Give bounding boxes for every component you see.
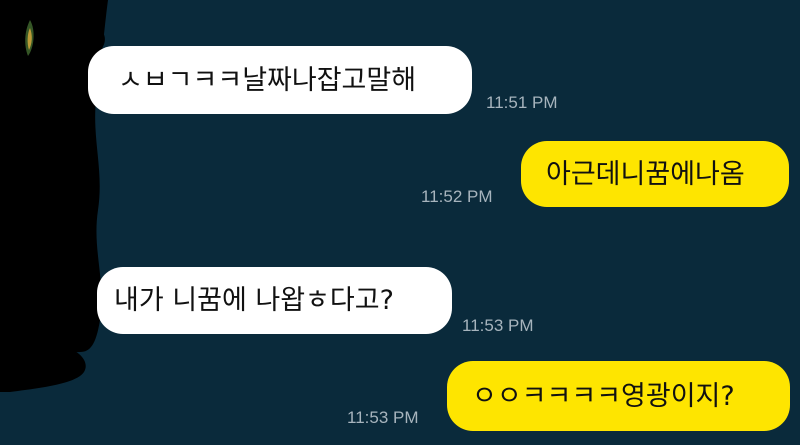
message-timestamp: 11:51 PM [486, 93, 558, 112]
message-text: 아근데니꿈에나옴 [546, 158, 745, 190]
message-bubble-outgoing[interactable]: 아근데니꿈에나옴 [521, 141, 789, 207]
message-text: 내가 니꿈에 나왑ㅎ다고? [114, 285, 394, 316]
message-timestamp: 11:53 PM [347, 408, 419, 427]
message-bubble-incoming[interactable]: ㅅㅂㄱㅋㅋ날짜나잡고말해 [88, 46, 472, 114]
message-text: ㅇㅇㅋㅋㅋㅋ영광이지? [472, 380, 735, 412]
message-bubble-incoming[interactable]: 내가 니꿈에 나왑ㅎ다고? [97, 267, 452, 334]
message-timestamp: 11:52 PM [421, 187, 493, 206]
message-timestamp: 11:53 PM [462, 316, 534, 335]
message-bubble-outgoing[interactable]: ㅇㅇㅋㅋㅋㅋ영광이지? [447, 361, 790, 431]
message-text: ㅅㅂㄱㅋㅋ날짜나잡고말해 [118, 64, 417, 96]
